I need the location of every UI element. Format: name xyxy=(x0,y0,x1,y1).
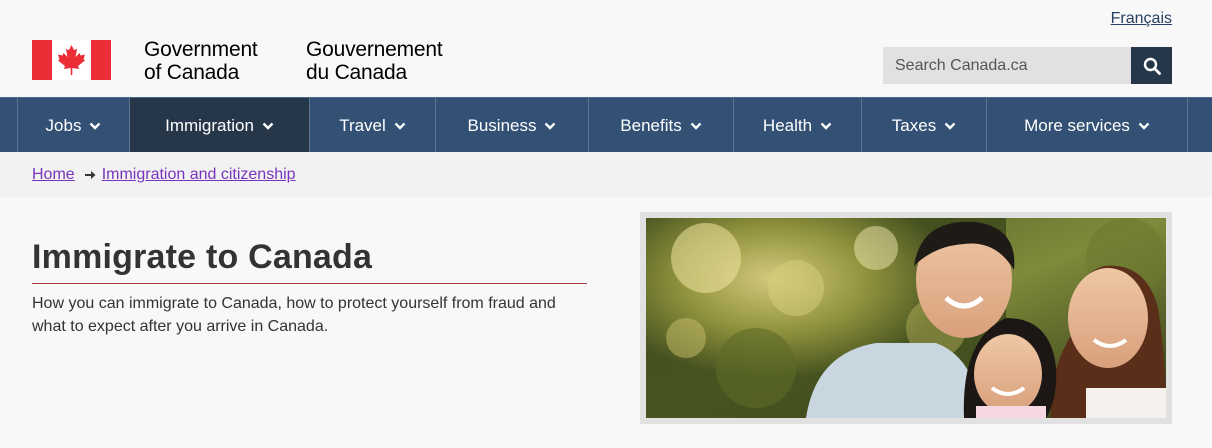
government-name-english: Government of Canada xyxy=(144,38,258,84)
chevron-down-icon xyxy=(1138,122,1150,130)
government-name-french: Gouvernement du Canada xyxy=(306,38,443,84)
canada-flag-icon xyxy=(32,40,111,80)
intro-paragraph: How you can immigrate to Canada, how to … xyxy=(32,295,556,335)
menu-item-label: Taxes xyxy=(891,115,937,135)
family-photo-image xyxy=(646,218,1166,418)
chevron-down-icon xyxy=(262,122,274,130)
chevron-down-icon xyxy=(89,122,101,130)
menu-item-label: Business xyxy=(467,115,537,135)
menu-item-travel[interactable]: Travel xyxy=(309,98,435,153)
menu-item-label: More services xyxy=(1024,115,1130,135)
menu-item-label: Health xyxy=(762,115,813,135)
menu-item-label: Travel xyxy=(339,115,386,135)
search-form xyxy=(883,47,1172,84)
chevron-down-icon xyxy=(544,122,556,130)
title-underline xyxy=(32,283,587,284)
breadcrumb: Home Immigration and citizenship xyxy=(0,152,1212,197)
chevron-down-icon xyxy=(944,122,956,130)
breadcrumb-home-link[interactable]: Home xyxy=(32,166,75,184)
menu-item-label: Immigration xyxy=(165,115,254,135)
hero-image-frame xyxy=(640,212,1172,424)
chevron-down-icon xyxy=(820,122,832,130)
menu-item-business[interactable]: Business xyxy=(435,98,588,153)
language-toggle-link[interactable]: Français xyxy=(1111,10,1172,28)
menu-item-jobs[interactable]: Jobs xyxy=(17,98,129,153)
menu-item-more-services[interactable]: More services xyxy=(986,98,1188,153)
chevron-down-icon xyxy=(690,122,702,130)
breadcrumb-immigration-link[interactable]: Immigration and citizenship xyxy=(102,166,296,184)
menu-item-immigration[interactable]: Immigration xyxy=(129,98,309,153)
search-input[interactable] xyxy=(883,47,1131,84)
search-button[interactable] xyxy=(1131,47,1172,84)
search-icon xyxy=(1143,57,1161,75)
page-title: Immigrate to Canada xyxy=(32,238,373,276)
menu-item-health[interactable]: Health xyxy=(733,98,861,153)
menu-item-label: Benefits xyxy=(620,115,682,135)
arrow-right-icon xyxy=(84,170,96,180)
menu-item-label: Jobs xyxy=(45,115,82,135)
menu-item-benefits[interactable]: Benefits xyxy=(588,98,733,153)
government-signature[interactable]: Government of Canada Gouvernement du Can… xyxy=(32,38,443,84)
main-menu: Jobs Immigration Travel Business Benefit… xyxy=(0,97,1212,153)
chevron-down-icon xyxy=(394,122,406,130)
menu-item-taxes[interactable]: Taxes xyxy=(861,98,986,153)
